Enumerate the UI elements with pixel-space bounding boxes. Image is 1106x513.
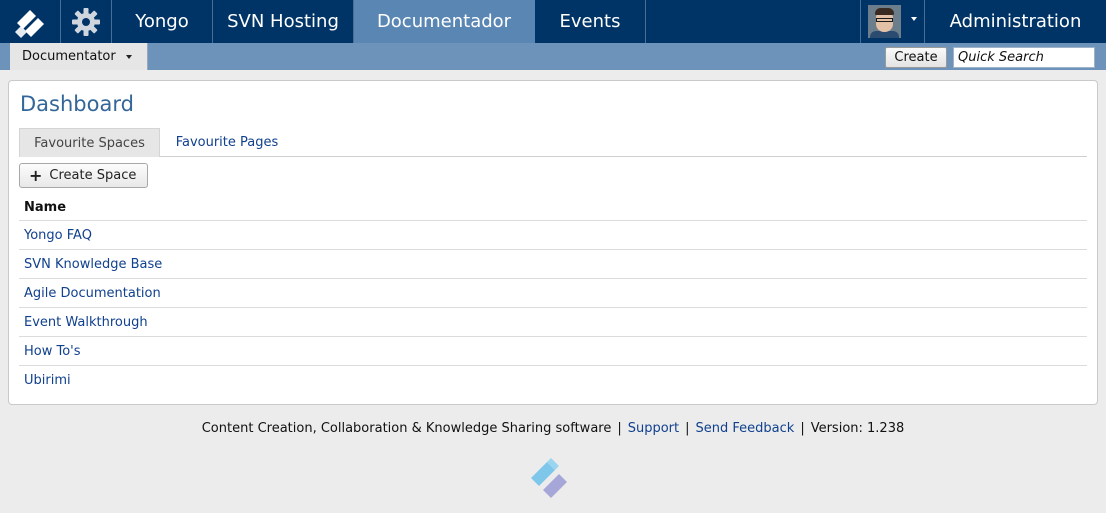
nav-tab-documentador[interactable]: Documentador	[354, 0, 535, 43]
quick-search-input[interactable]: Quick Search	[953, 47, 1095, 68]
sub-bar: Documentator Create Quick Search	[0, 43, 1106, 70]
support-link[interactable]: Support	[628, 421, 679, 436]
user-avatar[interactable]	[868, 5, 901, 38]
page-title: Dashboard	[20, 92, 134, 116]
tab-favourite-pages[interactable]: Favourite Pages	[167, 128, 287, 157]
table-row[interactable]: Ubirimi	[19, 365, 1087, 394]
app-logo-icon[interactable]	[0, 0, 61, 43]
footer-logo-icon	[529, 454, 577, 502]
space-dropdown[interactable]: Documentator	[10, 43, 148, 70]
create-space-button[interactable]: + Create Space	[19, 163, 148, 188]
top-nav: Yongo SVN Hosting Documentador Events Ad…	[0, 0, 1106, 43]
footer-text: Content Creation, Collaboration & Knowle…	[201, 421, 612, 436]
footer: Content Creation, Collaboration & Knowle…	[201, 421, 905, 436]
nav-tab-events[interactable]: Events	[535, 0, 646, 43]
chevron-down-icon	[125, 54, 132, 59]
dashboard-tabs: Favourite Spaces Favourite Pages	[19, 128, 1087, 157]
spaces-table: Yongo FAQ SVN Knowledge Base Agile Docum…	[19, 220, 1087, 394]
table-row[interactable]: How To's	[19, 336, 1087, 365]
nav-administration[interactable]: Administration	[925, 0, 1106, 43]
table-row[interactable]: Yongo FAQ	[19, 220, 1087, 249]
create-space-label: Create Space	[49, 168, 137, 183]
nav-tab-yongo[interactable]: Yongo	[112, 0, 213, 43]
user-menu[interactable]	[860, 0, 925, 43]
version-text: Version: 1.238	[810, 421, 905, 436]
create-button[interactable]: Create	[885, 47, 947, 68]
nav-tab-svn-hosting[interactable]: SVN Hosting	[213, 0, 354, 43]
tab-favourite-spaces[interactable]: Favourite Spaces	[19, 128, 160, 157]
gear-icon[interactable]	[61, 0, 112, 43]
table-row[interactable]: Agile Documentation	[19, 278, 1087, 307]
dashboard-panel: Dashboard Favourite Spaces Favourite Pag…	[8, 80, 1098, 405]
space-dropdown-label: Documentator	[22, 49, 116, 64]
table-header-name: Name	[24, 200, 67, 215]
chevron-down-icon[interactable]	[911, 17, 917, 21]
table-row[interactable]: Event Walkthrough	[19, 307, 1087, 336]
table-row[interactable]: SVN Knowledge Base	[19, 249, 1087, 278]
plus-icon: +	[29, 165, 43, 185]
send-feedback-link[interactable]: Send Feedback	[696, 421, 795, 436]
